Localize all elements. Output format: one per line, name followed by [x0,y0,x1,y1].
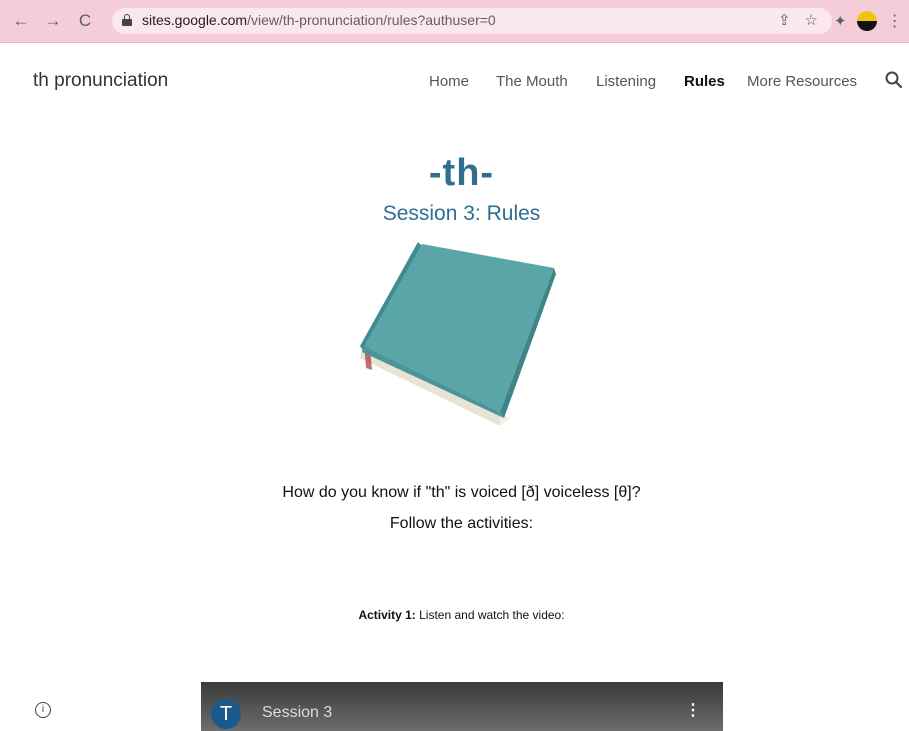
channel-avatar[interactable]: T [211,699,241,729]
instruction-text: Follow the activities: [389,515,534,532]
browser-nav: ← → C [9,0,97,42]
nav-listening[interactable]: Listening [596,73,656,90]
address-bar-icons: ⇪ ☆ [778,11,818,29]
url-host: sites.google.com [142,12,248,28]
question-text: How do you know if "th" is voiced [ð] vo… [282,484,641,501]
extensions-puzzle-icon[interactable]: ✦ [834,12,847,30]
nav-the-mouth[interactable]: The Mouth [496,73,568,90]
activity-label: Activity 1: [358,608,416,622]
video-title[interactable]: Session 3 [262,704,332,722]
extension-area: ✦ ⋮ [834,0,903,42]
address-bar[interactable]: sites.google.com/view/th-pronunciation/r… [112,8,832,34]
site-title[interactable]: th pronunciation [33,70,168,92]
page-subheading: Session 3: Rules [382,202,541,225]
video-embed[interactable]: T Session 3 ⋮ [201,682,723,731]
reload-icon[interactable]: C [73,11,97,31]
url-text[interactable]: sites.google.com/view/th-pronunciation/r… [142,12,496,28]
share-icon[interactable]: ⇪ [778,11,791,29]
search-icon[interactable] [884,70,904,90]
bookmark-star-icon[interactable]: ☆ [805,11,818,29]
lock-icon[interactable] [122,14,132,26]
page-heading: -th- [428,152,495,194]
nav-more-resources[interactable]: More Resources [747,73,857,90]
url-path: /view/th-pronunciation/rules?authuser=0 [247,12,496,28]
browser-toolbar: ← → C sites.google.com/view/th-pronuncia… [0,0,909,43]
profile-avatar[interactable] [856,11,877,31]
back-icon[interactable]: ← [9,11,33,31]
nav-home[interactable]: Home [429,73,469,90]
activity-text: Listen and watch the video: [415,608,565,622]
browser-menu-icon[interactable]: ⋮ [887,11,903,31]
info-icon[interactable]: i [35,702,51,718]
book-image [360,242,556,425]
nav-rules[interactable]: Rules [684,73,725,90]
activity-line: Activity 1: Listen and watch the video: [0,608,909,622]
video-more-icon[interactable]: ⋮ [685,700,701,720]
forward-icon[interactable]: → [41,11,65,31]
